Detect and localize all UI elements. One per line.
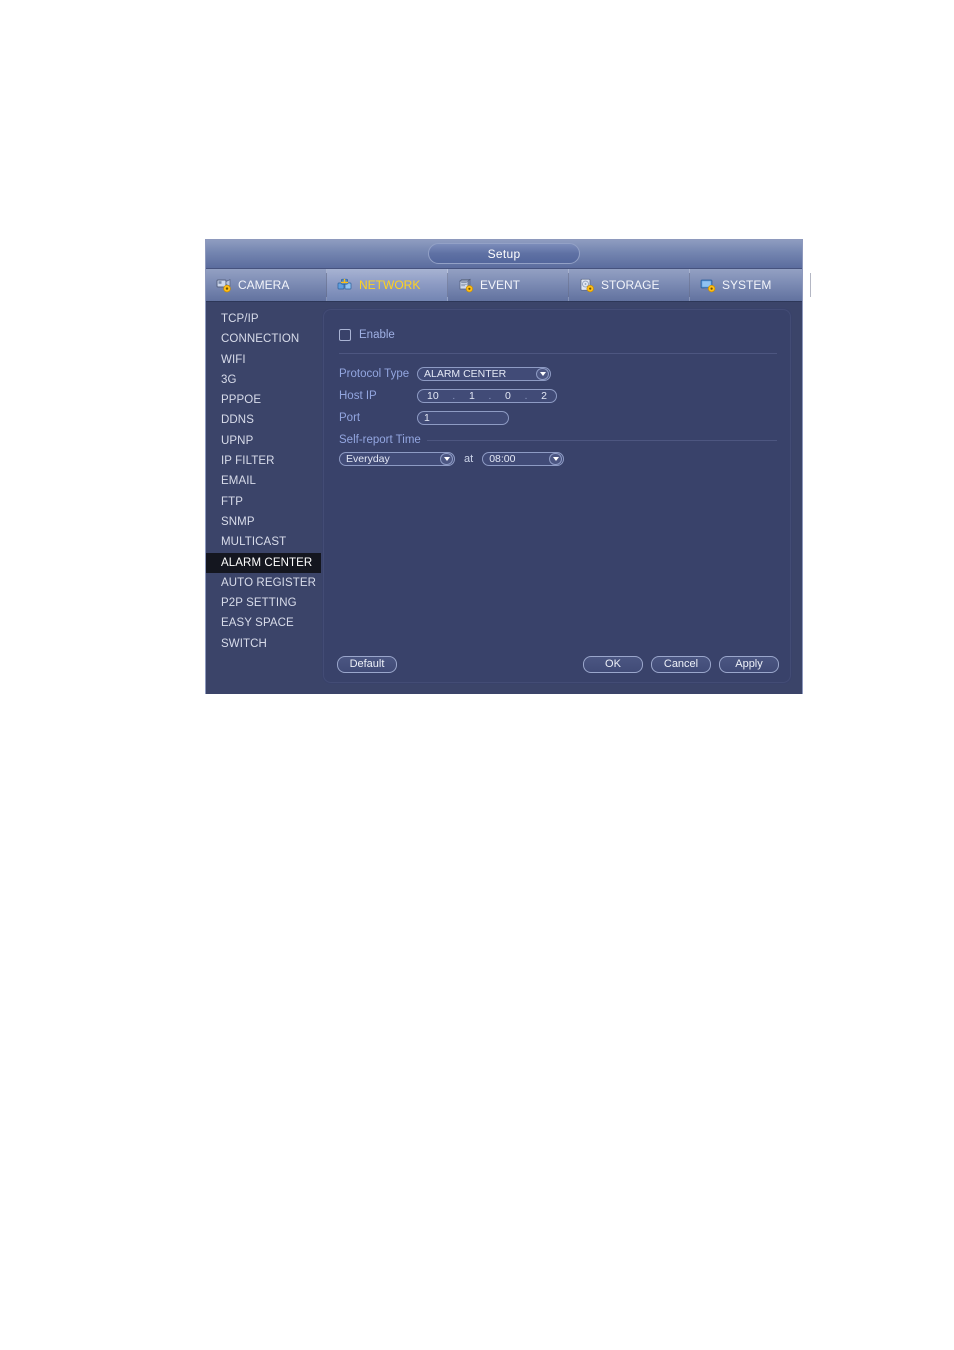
self-report-time-header: Self-report Time (339, 434, 777, 446)
self-report-time-value: 08:00 (489, 453, 516, 465)
network-gear-icon (337, 278, 354, 293)
host-ip-input[interactable]: 10 . 1 . 0 . 2 (417, 389, 557, 403)
host-ip-octet-2: 1 (468, 390, 475, 402)
protocol-type-select[interactable]: ALARM CENTER (417, 367, 551, 381)
alarm-center-panel: Enable Protocol Type ALARM CENTER Host I… (322, 308, 792, 684)
section-divider (339, 353, 777, 354)
event-gear-icon (458, 278, 475, 293)
footer-actions: OK Cancel Apply (583, 655, 779, 673)
sidebar-item-easy-space[interactable]: EASY SPACE (206, 613, 322, 633)
protocol-type-value: ALARM CENTER (424, 368, 507, 380)
tab-label: NETWORK (359, 278, 421, 292)
tab-label: SYSTEM (722, 278, 772, 292)
chevron-down-icon[interactable] (536, 368, 549, 380)
host-ip-sep-3: . (524, 390, 528, 402)
host-ip-sep-2: . (488, 390, 492, 402)
protocol-type-row: Protocol Type ALARM CENTER (339, 364, 777, 384)
enable-checkbox[interactable] (339, 329, 351, 341)
sidebar-item-alarm-center[interactable]: ALARM CENTER (206, 552, 321, 573)
self-report-time-row: Everyday at 08:00 (339, 452, 777, 466)
self-report-rule (426, 439, 777, 441)
tab-system[interactable]: SYSTEM (690, 269, 811, 301)
self-report-time-select[interactable]: 08:00 (482, 452, 565, 466)
host-ip-label: Host IP (339, 390, 377, 402)
host-ip-row: Host IP 10 . 1 . 0 . 2 (339, 386, 777, 406)
sidebar-item-ftp[interactable]: FTP (206, 492, 322, 512)
sidebar-item-tcpip[interactable]: TCP/IP (206, 309, 322, 329)
sidebar-item-p2p-setting[interactable]: P2P SETTING (206, 593, 322, 613)
network-sidebar: TCP/IP CONNECTION WIFI 3G PPPOE DDNS UPN… (206, 302, 322, 694)
storage-gear-icon (579, 278, 596, 293)
cancel-button[interactable]: Cancel (651, 655, 711, 673)
tab-storage[interactable]: STORAGE (569, 269, 690, 301)
sidebar-item-wifi[interactable]: WIFI (206, 350, 322, 370)
sidebar-item-upnp[interactable]: UPNP (206, 431, 322, 451)
chevron-down-icon[interactable] (549, 453, 563, 465)
sidebar-item-multicast[interactable]: MULTICAST (206, 532, 322, 552)
main-tabbar: CAMERA NETWORK EVENT STORAGE SYSTEM (206, 269, 811, 302)
tab-label: CAMERA (238, 278, 290, 292)
sidebar-item-3g[interactable]: 3G (206, 370, 322, 390)
enable-label: Enable (359, 329, 395, 341)
port-row: Port 1 (339, 408, 777, 428)
camera-gear-icon (216, 278, 233, 293)
port-value: 1 (424, 412, 430, 424)
ok-button[interactable]: OK (583, 655, 643, 673)
sidebar-item-pppoe[interactable]: PPPOE (206, 390, 322, 410)
sidebar-item-switch[interactable]: SWITCH (206, 634, 322, 654)
self-report-time-label: Self-report Time (339, 434, 421, 446)
self-report-day-value: Everyday (346, 453, 390, 465)
chevron-down-icon[interactable] (440, 453, 453, 465)
sidebar-item-ddns[interactable]: DDNS (206, 410, 322, 430)
system-gear-icon (700, 278, 717, 293)
default-button[interactable]: Default (337, 655, 397, 673)
at-label: at (464, 453, 474, 465)
self-report-day-select[interactable]: Everyday (339, 452, 455, 466)
host-ip-octet-3: 0 (505, 390, 511, 402)
page-title: Setup (428, 243, 580, 264)
port-input[interactable]: 1 (417, 411, 509, 425)
tab-event[interactable]: EVENT (448, 269, 569, 301)
host-ip-octet-1: 10 (427, 390, 439, 402)
sidebar-item-ip-filter[interactable]: IP FILTER (206, 451, 322, 471)
sidebar-item-snmp[interactable]: SNMP (206, 512, 322, 532)
enable-row: Enable (339, 327, 777, 343)
dialog-titlebar: Setup (206, 240, 802, 269)
dialog-footer: Default OK Cancel Apply (337, 655, 779, 673)
dialog-body: TCP/IP CONNECTION WIFI 3G PPPOE DDNS UPN… (206, 302, 802, 694)
host-ip-octet-4: 2 (541, 390, 547, 402)
sidebar-item-connection[interactable]: CONNECTION (206, 329, 322, 349)
tab-label: EVENT (480, 278, 521, 292)
host-ip-sep-1: . (452, 390, 456, 402)
tab-network[interactable]: NETWORK (327, 269, 448, 301)
tab-label: STORAGE (601, 278, 660, 292)
setup-dialog: Setup CAMERA NETWORK EVENT STORAGE SYSTE… (205, 239, 811, 694)
port-label: Port (339, 412, 361, 424)
protocol-type-label: Protocol Type (339, 368, 410, 380)
sidebar-item-email[interactable]: EMAIL (206, 471, 322, 491)
sidebar-item-auto-register[interactable]: AUTO REGISTER (206, 573, 322, 593)
apply-button[interactable]: Apply (719, 655, 779, 673)
tab-camera[interactable]: CAMERA (206, 269, 327, 301)
alarm-center-form: Enable Protocol Type ALARM CENTER Host I… (339, 327, 777, 466)
